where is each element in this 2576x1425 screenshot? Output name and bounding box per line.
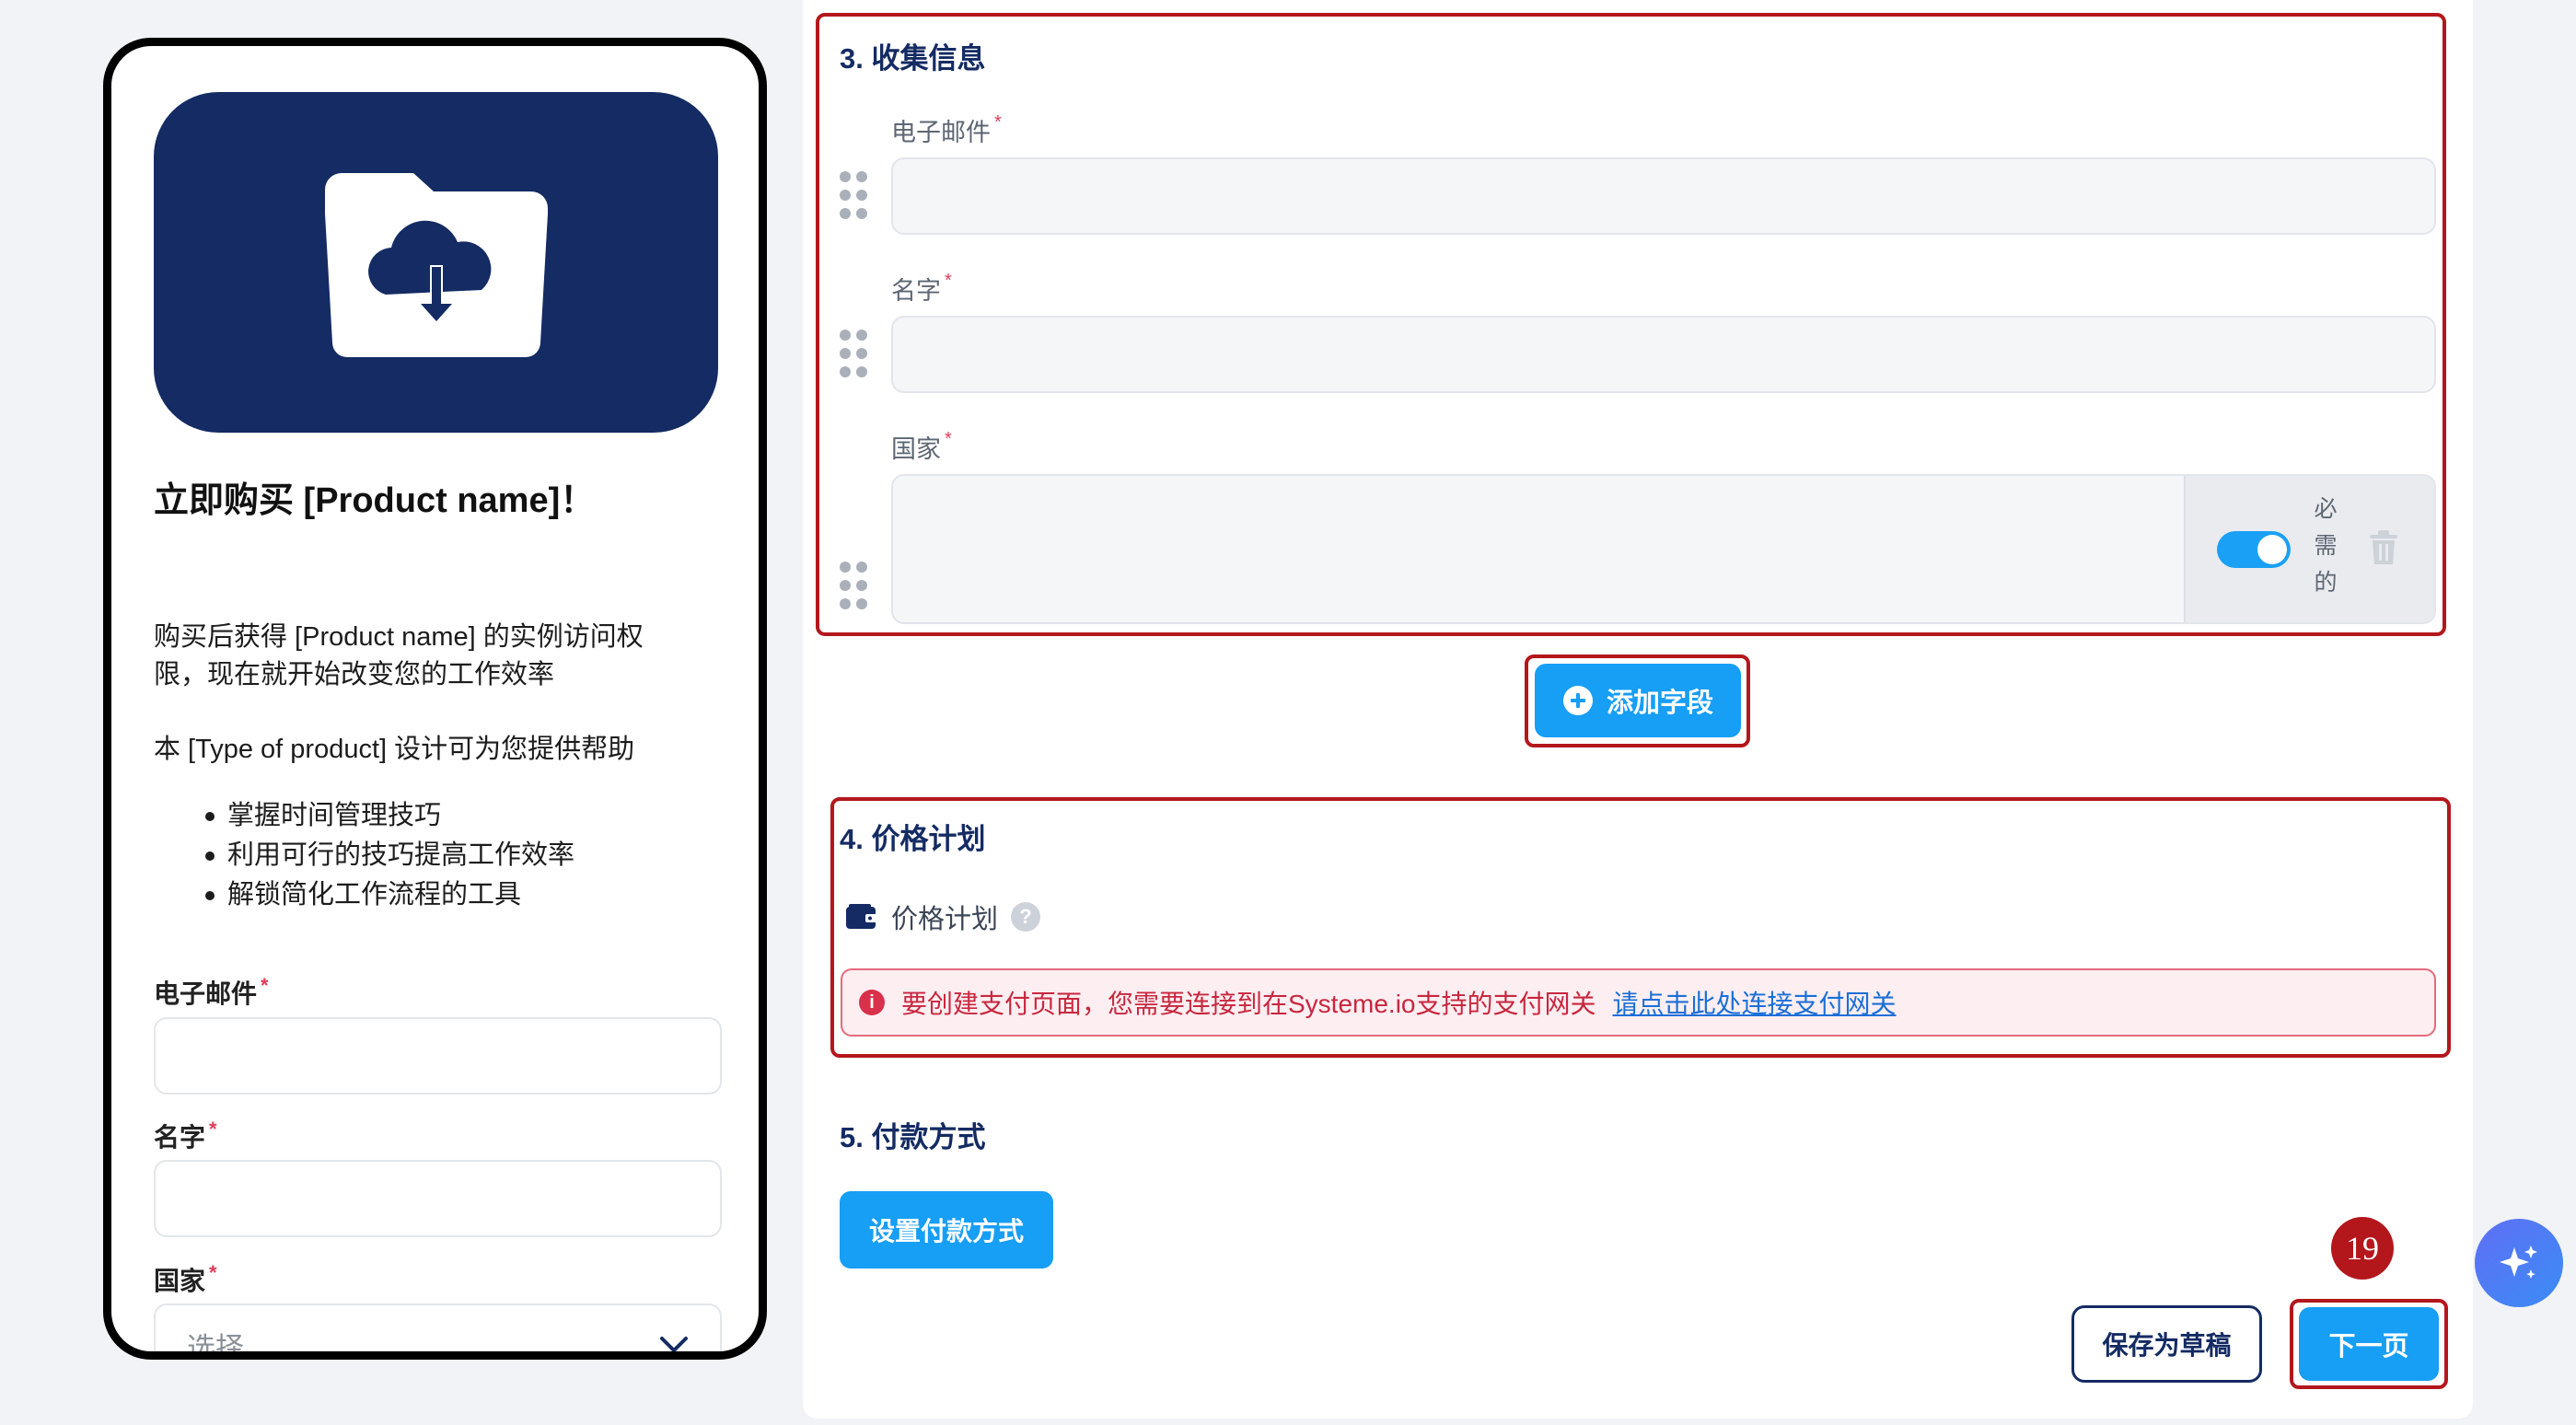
button-label: 添加字段	[1606, 689, 1713, 718]
required-toggle[interactable]	[2217, 531, 2291, 568]
preview-name-label: 名字 *	[154, 1118, 217, 1154]
list-item: 利用可行的技巧提高工作效率	[154, 836, 706, 875]
next-page-button[interactable]: 下一页	[2299, 1307, 2439, 1381]
required-mark: *	[209, 1261, 217, 1284]
preview-subtitle: 本 [Type of product] 设计可为您提供帮助	[154, 735, 635, 764]
label-text: 名字	[891, 277, 941, 305]
required-mark: *	[994, 112, 1002, 133]
preview-description: 购买后获得 [Product name] 的实例访问权 限，现在就开始改变您的工…	[154, 619, 644, 694]
ai-assistant-button[interactable]	[2475, 1219, 2563, 1307]
setup-payment-button[interactable]: 设置付款方式	[840, 1191, 1053, 1269]
preview-description-line: 购买后获得 [Product name] 的实例访问权	[154, 622, 644, 652]
preview-country-select[interactable]: 选择	[154, 1303, 722, 1360]
drag-handle[interactable]	[840, 562, 867, 609]
connect-gateway-link[interactable]: 请点击此处连接支付网关	[1613, 984, 1897, 1021]
step-badge: 19	[2331, 1217, 2394, 1280]
payment-gateway-alert: i 要创建支付页面，您需要连接到在Systeme.io支持的支付网关 请点击此处…	[841, 968, 2436, 1037]
required-mark: *	[945, 429, 952, 449]
name-field-label: 名字 *	[891, 271, 952, 307]
label-char: 必	[2314, 496, 2338, 522]
info-icon: i	[859, 990, 885, 1015]
plus-circle-icon	[1562, 686, 1593, 715]
label-text: 电子邮件	[154, 979, 258, 1008]
email-field-label: 电子邮件 *	[891, 112, 1002, 148]
wallet-icon	[846, 904, 877, 929]
list-item: 解锁简化工作流程的工具	[154, 875, 706, 915]
add-field-button[interactable]: 添加字段	[1535, 664, 1741, 737]
preview-email-label: 电子邮件 *	[154, 974, 269, 1011]
sparkle-icon	[2500, 1245, 2537, 1279]
preview-title: 立即购买 [Product name]！	[154, 481, 596, 520]
drag-handle[interactable]	[840, 171, 867, 219]
chevron-down-icon	[660, 1337, 688, 1351]
preview-description-line: 限，现在就开始改变您的工作效率	[154, 660, 555, 689]
preview-email-field[interactable]	[154, 1017, 722, 1095]
alert-text: 要创建支付页面，您需要连接到在Systeme.io支持的支付网关	[901, 990, 1596, 1018]
field-options: 必 需 的	[2184, 476, 2434, 622]
section-title-payment: 5. 付款方式	[840, 1121, 986, 1153]
preview-country-label: 国家 *	[154, 1261, 217, 1298]
section-title-collect: 3. 收集信息	[840, 42, 986, 75]
label-char: 的	[2314, 570, 2338, 596]
name-field[interactable]	[891, 316, 2436, 393]
country-field[interactable]: 必 需 的	[891, 474, 2436, 624]
required-toggle-label: 必 需 的	[2307, 491, 2344, 601]
price-plan-row: 价格计划 ?	[845, 898, 1041, 936]
folder-cloud-download-icon	[324, 173, 548, 357]
preview-name-field[interactable]	[154, 1160, 722, 1237]
label-text: 名字	[154, 1123, 206, 1152]
required-mark: *	[945, 271, 952, 291]
label-text: 国家	[891, 435, 941, 463]
required-mark: *	[209, 1118, 217, 1141]
label-char: 需	[2314, 533, 2338, 559]
required-mark: *	[261, 974, 269, 997]
price-plan-label: 价格计划	[891, 905, 999, 934]
label-text: 电子邮件	[891, 119, 991, 146]
section-title-pricing: 4. 价格计划	[840, 823, 986, 855]
trash-icon[interactable]	[2368, 529, 2399, 566]
hero-banner	[154, 92, 718, 433]
save-draft-button[interactable]: 保存为草稿	[2071, 1305, 2262, 1383]
list-item: 掌握时间管理技巧	[154, 796, 706, 836]
label-text: 国家	[154, 1267, 206, 1295]
preview-benefits-list: 掌握时间管理技巧 利用可行的技巧提高工作效率 解锁简化工作流程的工具	[154, 796, 706, 915]
drag-handle[interactable]	[840, 330, 867, 377]
mobile-preview: 立即购买 [Product name]！ 购买后获得 [Product name…	[103, 38, 767, 1360]
select-placeholder: 选择	[187, 1331, 244, 1360]
country-field-label: 国家 *	[891, 429, 952, 465]
help-icon[interactable]: ?	[1011, 902, 1041, 932]
email-field[interactable]	[891, 157, 2436, 235]
